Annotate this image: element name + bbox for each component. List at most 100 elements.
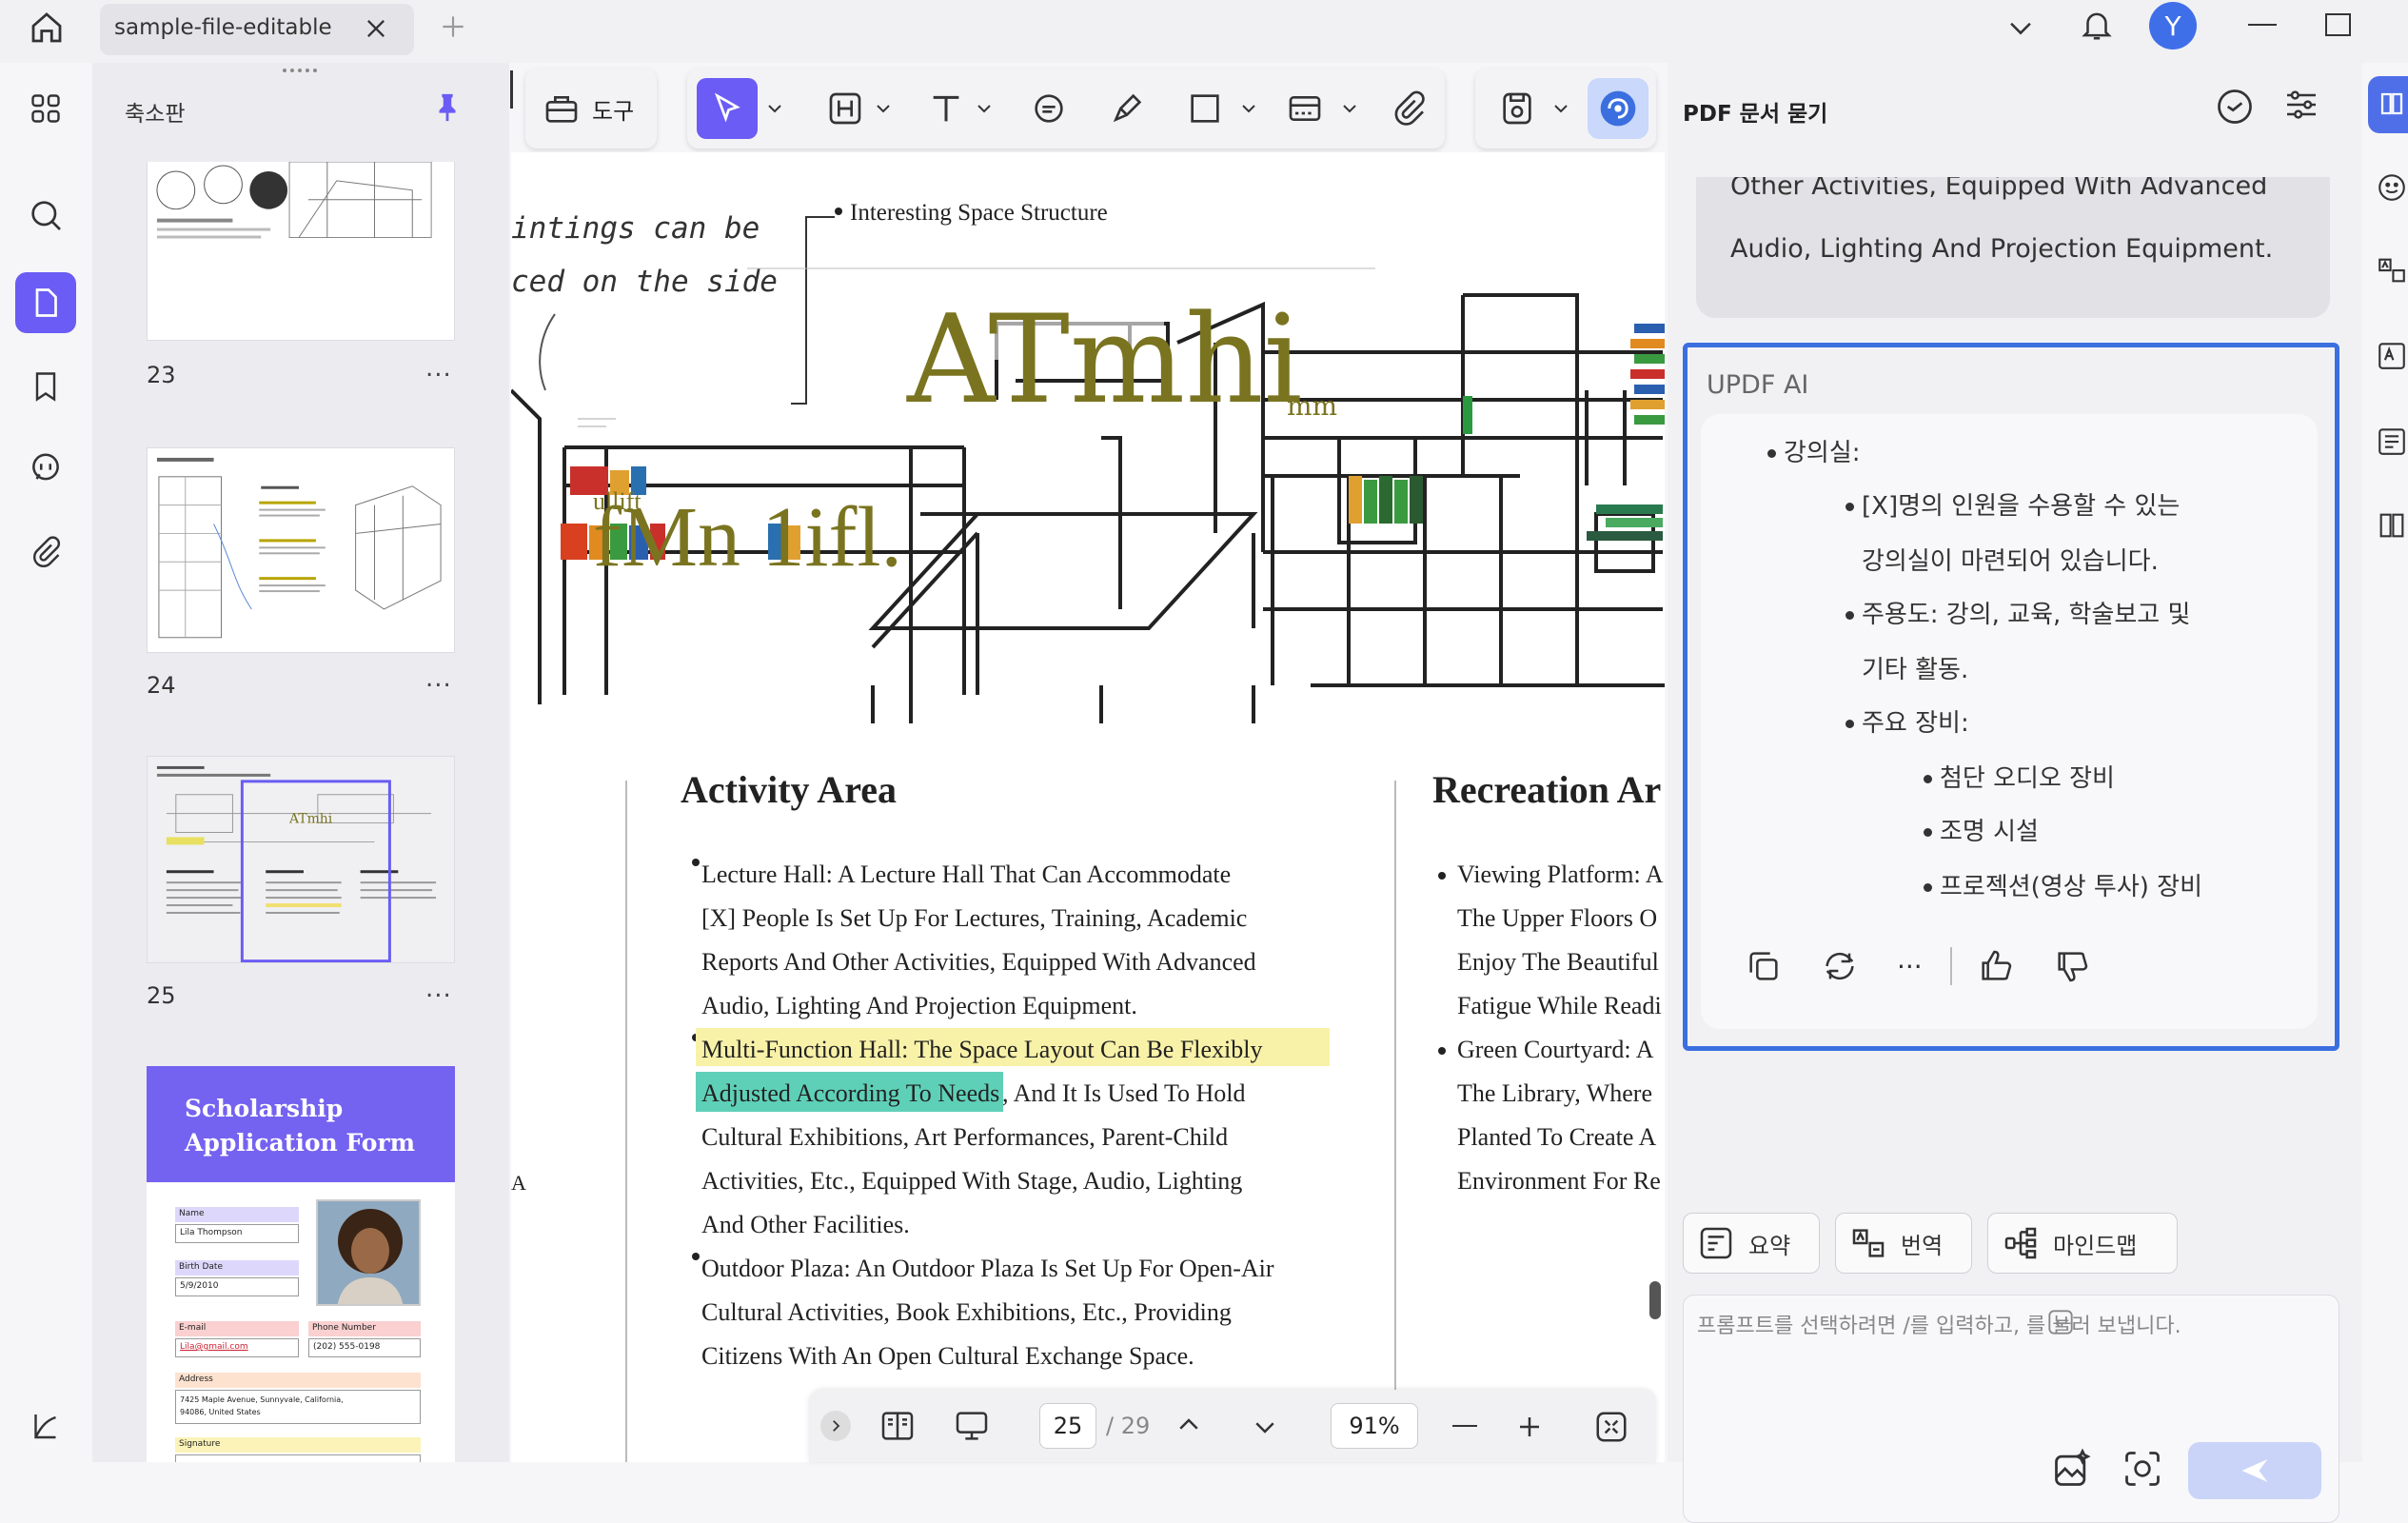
search-button[interactable] xyxy=(15,185,76,246)
activity-line-2: [X] People Is Set Up For Lectures, Train… xyxy=(701,904,1248,932)
settings-sliders-icon[interactable] xyxy=(2282,86,2320,124)
document-page[interactable]: intings can be ced on the side Interesti… xyxy=(511,152,1665,1462)
comment-tool-icon[interactable] xyxy=(1030,89,1068,128)
activity-line-8: Activities, Etc., Equipped With Stage, A… xyxy=(701,1167,1243,1195)
page-24-preview xyxy=(156,457,442,639)
apps-button[interactable] xyxy=(15,78,76,139)
ocr-overlay-small: mm xyxy=(1287,390,1338,422)
vertical-scrollbar[interactable] xyxy=(1649,1281,1661,1319)
history-icon[interactable] xyxy=(2214,86,2256,128)
chevron-down-icon[interactable] xyxy=(973,97,996,120)
more-actions[interactable]: ... xyxy=(1897,943,1923,975)
activity-line-5-highlighted[interactable]: Multi-Function Hall: The Space Layout Ca… xyxy=(696,1028,1330,1066)
previous-page-icon[interactable] xyxy=(1174,1411,1203,1439)
ai-chat-panel: PDF 문서 묻기 Other Activities, Equipped Wit… xyxy=(1668,63,2362,1523)
response-line-4: 주용도: 강의, 교육, 학술보고 및 xyxy=(1862,601,2191,629)
email-label: E-mail xyxy=(175,1321,299,1336)
activity-line-6-selected[interactable]: Adjusted According To Needs xyxy=(696,1072,1004,1112)
activity-line-9: And Other Facilities. xyxy=(701,1211,910,1238)
copy-icon[interactable] xyxy=(1745,947,1783,985)
new-tab-icon[interactable] xyxy=(438,11,468,42)
close-tab-icon[interactable] xyxy=(363,15,389,42)
translate-chip[interactable]: 번역 xyxy=(1835,1213,1972,1274)
recreation-heading: Recreation Ar xyxy=(1432,768,1662,811)
smile-icon[interactable] xyxy=(2376,171,2408,204)
mindmap-chip[interactable]: 마인드맵 xyxy=(1987,1213,2178,1274)
panel-drag-handle[interactable] xyxy=(283,69,317,74)
chevron-down-icon[interactable] xyxy=(1237,97,1260,120)
doc-edge xyxy=(510,70,518,109)
chevron-down-icon[interactable] xyxy=(763,97,786,120)
thumbs-down-icon[interactable] xyxy=(2053,947,2091,985)
page-thumbnail-24[interactable] xyxy=(147,447,455,653)
page-thumbnail-26[interactable]: Scholarship Application Form Name Lila T… xyxy=(147,1066,455,1462)
select-tool-button[interactable] xyxy=(697,78,758,139)
bullet xyxy=(1845,503,1854,511)
page-number-23: 23 xyxy=(147,362,176,388)
response-line-1: 강의실: xyxy=(1784,439,1861,467)
zoom-in-icon[interactable] xyxy=(1515,1413,1544,1441)
recreation-line-3: Enjoy The Beautiful xyxy=(1457,948,1659,976)
chevron-down-icon[interactable] xyxy=(1338,97,1361,120)
comments-button[interactable] xyxy=(15,438,76,499)
maximize-icon[interactable] xyxy=(2325,13,2351,36)
attachments-button[interactable] xyxy=(15,522,76,583)
translate-icon[interactable] xyxy=(2376,251,2408,289)
document-tab[interactable]: sample-file-editable xyxy=(100,4,414,55)
tools-button[interactable]: 도구 xyxy=(525,69,657,148)
chevron-down-icon[interactable] xyxy=(1549,97,1572,120)
ai-panel-tab[interactable] xyxy=(2368,76,2408,133)
page-more-24[interactable]: ... xyxy=(425,664,452,693)
bookmarks-button[interactable] xyxy=(15,356,76,417)
fit-page-icon[interactable] xyxy=(1593,1409,1629,1445)
compare-icon[interactable] xyxy=(2376,506,2408,544)
ai-tools-group xyxy=(1475,69,1656,148)
form-icon[interactable] xyxy=(2376,423,2408,461)
presentation-icon[interactable] xyxy=(952,1407,992,1445)
next-page-icon[interactable] xyxy=(1251,1413,1279,1441)
activity-line-7: Cultural Exhibitions, Art Performances, … xyxy=(701,1123,1229,1151)
translate-icon xyxy=(1849,1224,1887,1262)
heading-icon[interactable] xyxy=(826,89,864,128)
prompt-input[interactable]: 프롬프트를 선택하려면 /를 입력하고, 를 눌러 보냅니다. xyxy=(1683,1295,2339,1523)
highlighter-icon[interactable] xyxy=(1108,89,1146,128)
chevron-down-icon[interactable] xyxy=(872,97,895,120)
text-tool-icon[interactable] xyxy=(927,89,965,128)
zoom-out-icon[interactable] xyxy=(1452,1425,1477,1427)
thumbs-up-icon[interactable] xyxy=(1977,947,2015,985)
image-ai-icon[interactable] xyxy=(2051,1448,2093,1490)
minimize-icon[interactable] xyxy=(2248,24,2277,26)
chevron-down-icon[interactable] xyxy=(2004,11,2037,44)
paperclip-icon[interactable] xyxy=(1390,89,1428,128)
form-title-line1: Scholarship xyxy=(185,1095,344,1122)
signature-value: Sila Ofonpson xyxy=(175,1454,421,1462)
zoom-level[interactable]: 91% xyxy=(1331,1403,1418,1449)
avatar[interactable]: Y xyxy=(2149,2,2197,49)
signature-label: Signature xyxy=(175,1437,421,1453)
layers-button[interactable] xyxy=(15,1395,76,1456)
left-margin-char: A xyxy=(511,1171,526,1195)
updf-ai-button[interactable] xyxy=(1588,78,1648,139)
regenerate-icon[interactable] xyxy=(1821,947,1859,985)
send-button[interactable] xyxy=(2188,1442,2321,1499)
bell-icon[interactable] xyxy=(2079,6,2115,44)
page-more-25[interactable]: ... xyxy=(425,975,452,1003)
summary-chip[interactable]: 요약 xyxy=(1683,1213,1820,1274)
toolbox-icon xyxy=(543,89,581,128)
recreation-line-4: Fatigue While Readi xyxy=(1457,992,1662,1019)
current-page-input[interactable]: 25 xyxy=(1039,1403,1096,1449)
save-icon[interactable] xyxy=(1498,89,1536,128)
page-thumbnail-23[interactable] xyxy=(147,162,455,341)
thumbnails-button[interactable] xyxy=(15,272,76,333)
stamp-icon[interactable] xyxy=(1285,89,1325,128)
rectangle-icon[interactable] xyxy=(1186,89,1224,128)
page-thumbnail-25[interactable]: ATmhi xyxy=(147,756,455,963)
ocr-icon[interactable] xyxy=(2376,337,2408,375)
home-icon[interactable] xyxy=(27,8,67,48)
collapse-bar-button[interactable] xyxy=(820,1411,851,1441)
pin-icon[interactable] xyxy=(431,89,464,126)
page-more-23[interactable]: ... xyxy=(425,354,452,383)
screenshot-icon[interactable] xyxy=(2122,1448,2163,1490)
birth-label: Birth Date xyxy=(175,1260,299,1276)
page-layout-icon[interactable] xyxy=(878,1407,918,1445)
